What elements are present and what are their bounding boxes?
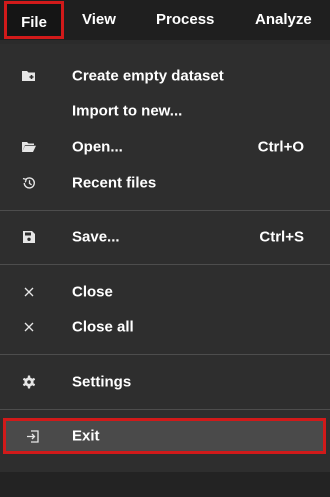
history-icon bbox=[21, 175, 37, 191]
menu-item-label: Create empty dataset bbox=[72, 67, 224, 85]
file-menu-dropdown: Create empty dataset Import to new... Op… bbox=[0, 44, 330, 472]
menu-item-label: Import to new... bbox=[72, 102, 183, 120]
folder-open-icon bbox=[21, 139, 37, 155]
menu-item-exit[interactable]: Exit bbox=[3, 418, 326, 454]
app-window: File View Process Analyze Create empty d… bbox=[0, 0, 330, 497]
menu-item-import-to-new[interactable]: Import to new... bbox=[0, 94, 330, 128]
menu-item-save[interactable]: Save... Ctrl+S bbox=[0, 220, 330, 254]
gear-icon bbox=[21, 374, 37, 390]
shortcut-label: Ctrl+O bbox=[257, 138, 304, 156]
menu-file[interactable]: File bbox=[4, 1, 64, 39]
menu-item-label: Close bbox=[72, 283, 113, 301]
menu-divider bbox=[0, 354, 330, 355]
menu-bar: File View Process Analyze bbox=[0, 0, 330, 40]
menu-process[interactable]: Process bbox=[156, 0, 214, 40]
menu-analyze[interactable]: Analyze bbox=[255, 0, 312, 40]
menu-view[interactable]: View bbox=[82, 0, 116, 40]
menu-item-close-all[interactable]: Close all bbox=[0, 310, 330, 344]
menu-divider bbox=[0, 264, 330, 265]
shortcut-label: Ctrl+S bbox=[259, 228, 304, 246]
menu-item-label: Settings bbox=[72, 373, 132, 391]
close-icon bbox=[21, 319, 37, 335]
close-icon bbox=[21, 284, 37, 300]
menu-item-label: Exit bbox=[72, 427, 100, 445]
menu-item-open[interactable]: Open... Ctrl+O bbox=[0, 130, 330, 164]
menu-item-label: Open... bbox=[72, 138, 123, 156]
menu-item-settings[interactable]: Settings bbox=[0, 365, 330, 399]
menu-item-close[interactable]: Close bbox=[0, 275, 330, 309]
menu-item-recent-files[interactable]: Recent files bbox=[0, 166, 330, 200]
exit-icon bbox=[24, 428, 40, 444]
window-bottom-area bbox=[0, 472, 330, 497]
new-folder-icon bbox=[21, 68, 37, 84]
menu-item-create-empty-dataset[interactable]: Create empty dataset bbox=[0, 59, 330, 93]
menu-item-label: Close all bbox=[72, 318, 134, 336]
save-icon bbox=[21, 229, 37, 245]
menu-divider bbox=[0, 409, 330, 410]
menu-divider bbox=[0, 210, 330, 211]
menu-item-label: Save... bbox=[72, 228, 120, 246]
menu-item-label: Recent files bbox=[72, 174, 157, 192]
